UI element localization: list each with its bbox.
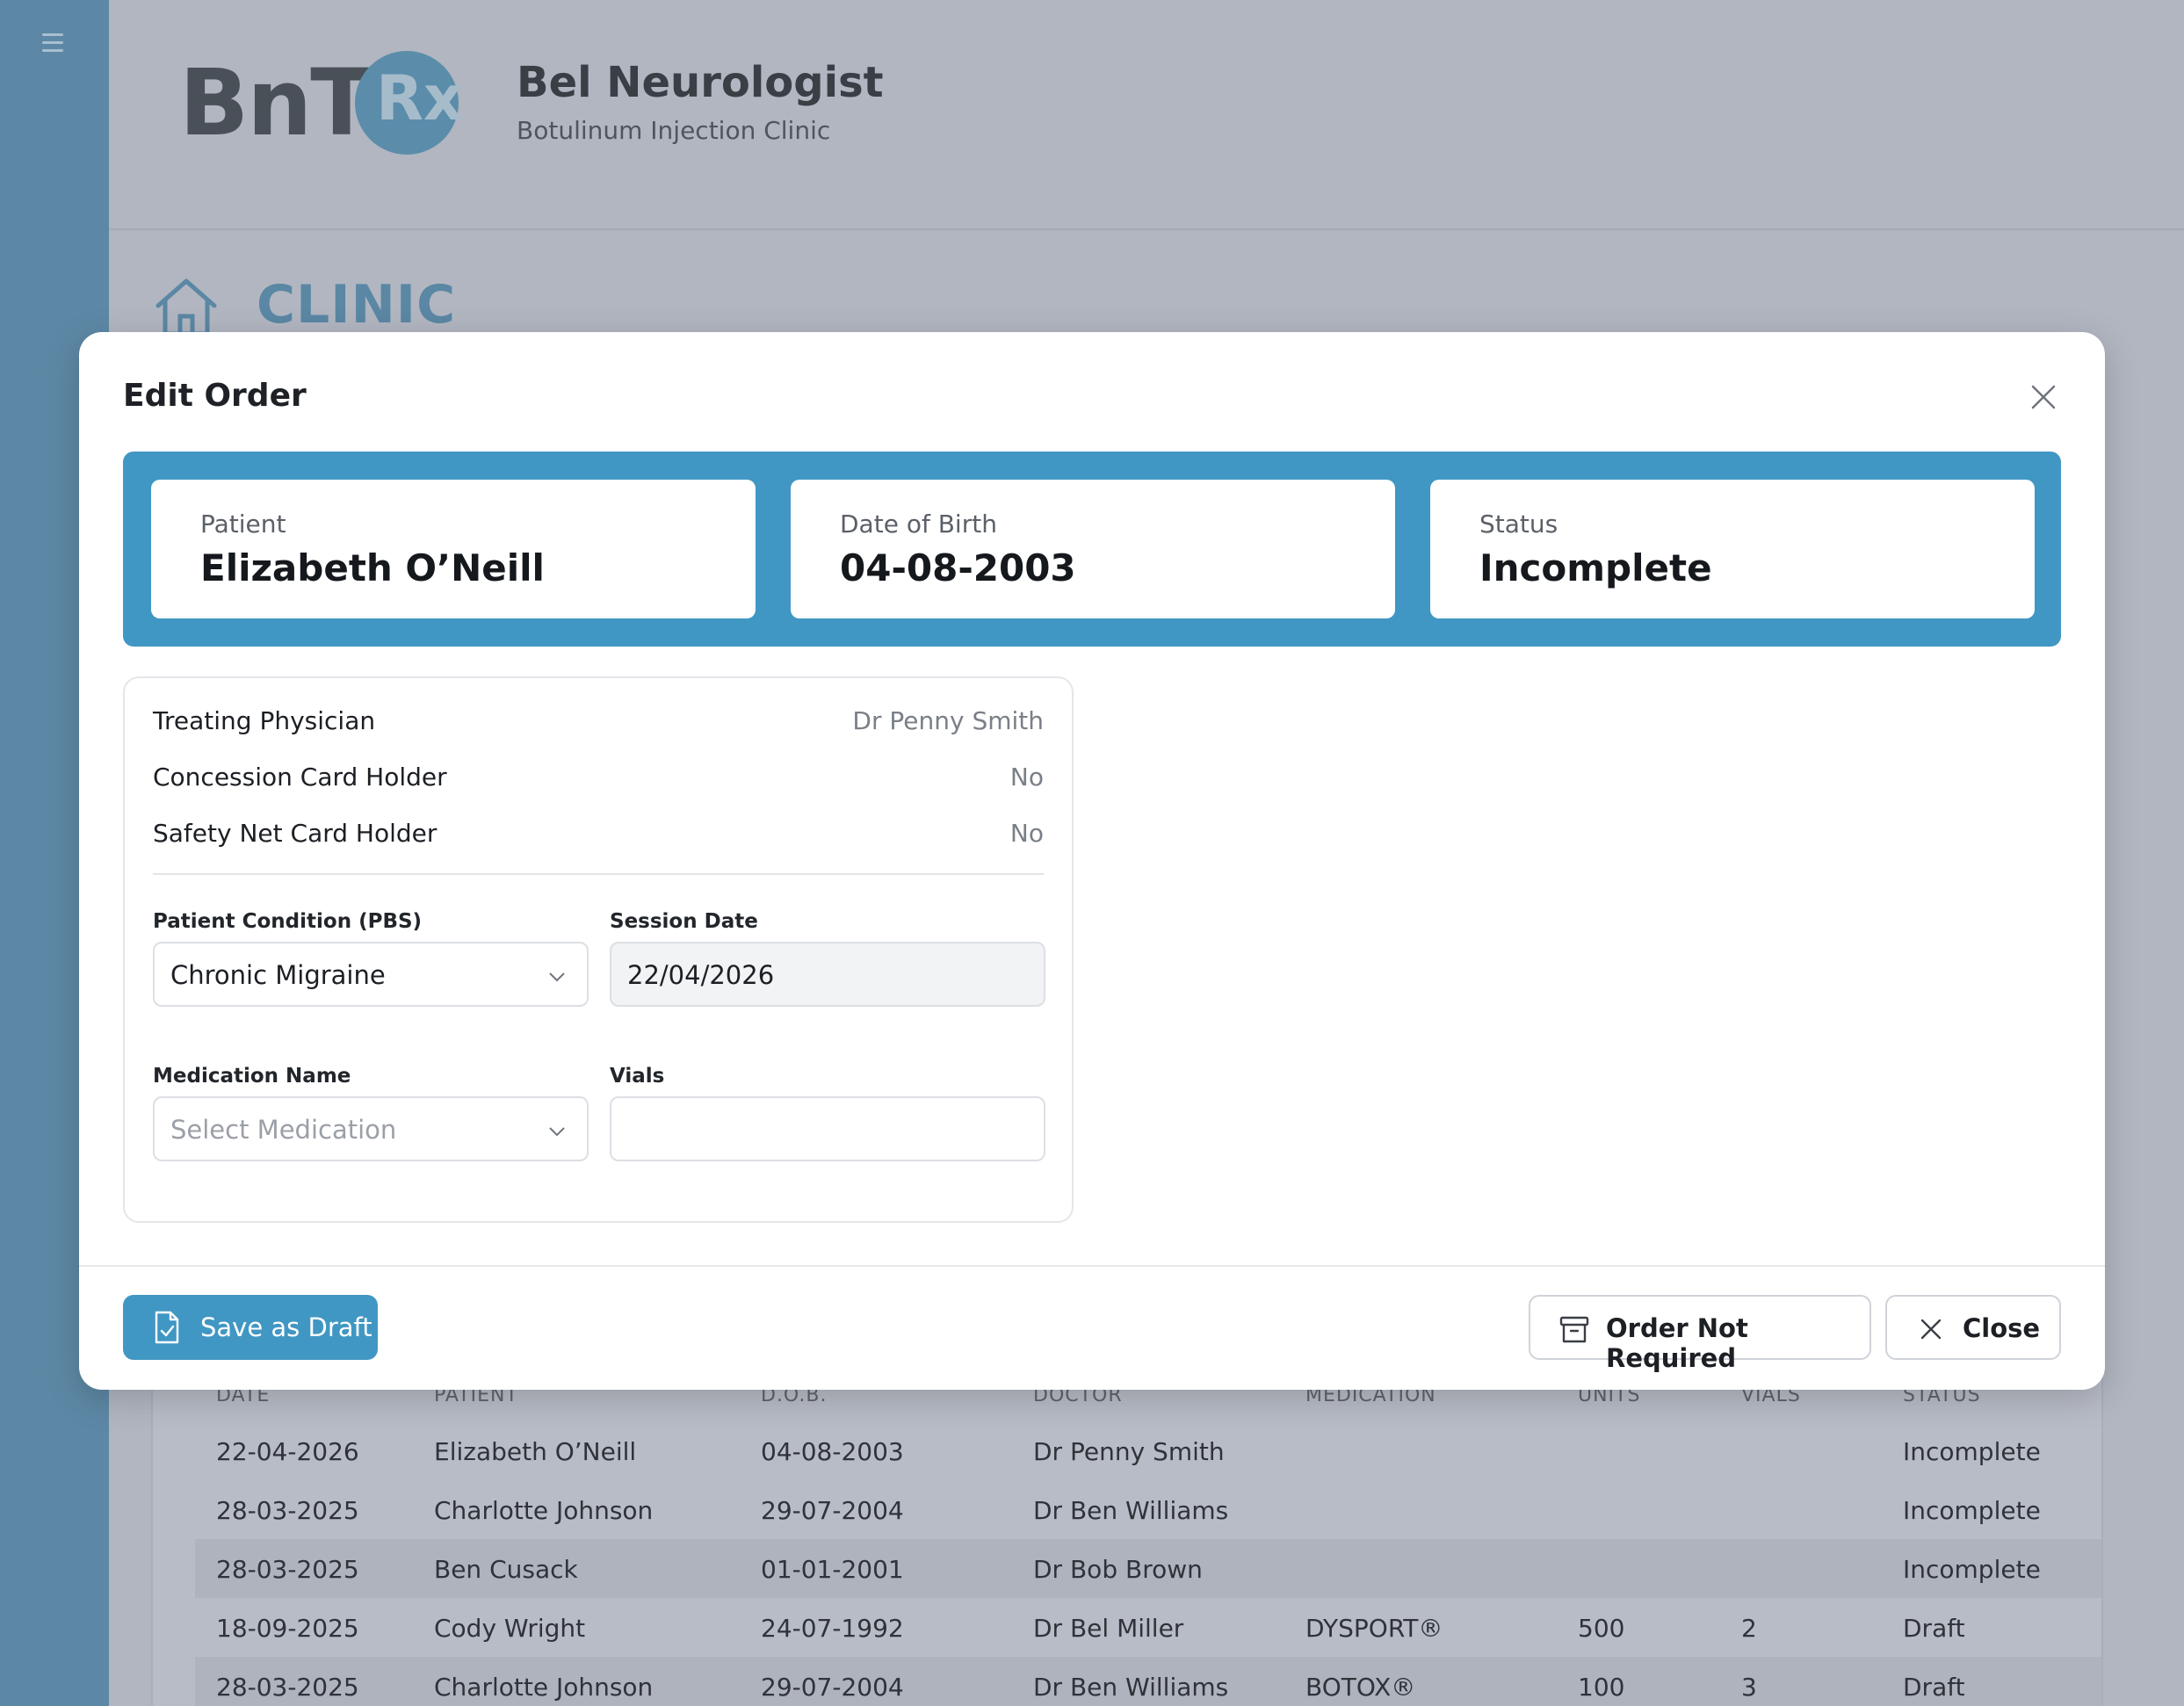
medication-placeholder: Select Medication	[170, 1115, 397, 1145]
close-icon	[1920, 1319, 1942, 1340]
cell-date: 18-09-2025	[216, 1614, 359, 1643]
cell-dob: 29-07-2004	[761, 1496, 904, 1525]
patient-summary-bar: Patient Elizabeth O’Neill Date of Birth …	[123, 452, 2061, 647]
document-check-icon	[155, 1311, 179, 1344]
archive-icon	[1559, 1316, 1589, 1343]
table-row[interactable]: 28-03-2025 Charlotte Johnson 29-07-2004 …	[195, 1480, 2101, 1539]
table-row[interactable]: 18-09-2025 Cody Wright 24-07-1992 Dr Bel…	[195, 1598, 2101, 1657]
cell-vials: 3	[1741, 1673, 1757, 1702]
cell-medication: BOTOX®	[1305, 1673, 1416, 1702]
cell-dob: 01-01-2001	[761, 1555, 904, 1584]
chevron-down-icon	[549, 1127, 565, 1137]
hamburger-menu-icon[interactable]	[42, 33, 63, 54]
dob-card: Date of Birth 04-08-2003	[791, 480, 1395, 618]
close-button[interactable]: Close	[1885, 1295, 2061, 1360]
dob-value: 04-08-2003	[840, 546, 1076, 589]
order-not-required-label: Order Not Required	[1606, 1313, 1748, 1373]
concession-card-row: Concession Card Holder No	[153, 763, 1044, 798]
cell-dob: 24-07-1992	[761, 1614, 904, 1643]
cell-dob: 29-07-2004	[761, 1673, 904, 1702]
condition-label: Patient Condition (PBS)	[153, 910, 423, 933]
table-row[interactable]: 28-03-2025 Ben Cusack 01-01-2001 Dr Bob …	[195, 1539, 2101, 1598]
cell-doctor: Dr Bel Miller	[1033, 1614, 1184, 1643]
patient-name: Elizabeth O’Neill	[200, 546, 545, 589]
orders-table: DATE PATIENT D.O.B. DOCTOR MEDICATION UN…	[195, 1370, 2101, 1706]
logo-rx: Rx	[376, 62, 464, 134]
info-value: No	[1009, 819, 1044, 848]
table-row[interactable]: 22-04-2026 Elizabeth O’Neill 04-08-2003 …	[195, 1421, 2101, 1480]
modal-title: Edit Order	[123, 378, 307, 414]
cell-date: 22-04-2026	[216, 1437, 359, 1466]
dob-label: Date of Birth	[840, 510, 997, 539]
treating-physician-row: Treating Physician Dr Penny Smith	[153, 706, 1044, 741]
medication-select[interactable]: Select Medication	[153, 1096, 589, 1161]
status-label: Status	[1479, 510, 1558, 539]
safety-net-card-row: Safety Net Card Holder No	[153, 819, 1044, 854]
cell-patient: Cody Wright	[434, 1614, 586, 1643]
modal-footer-divider	[79, 1265, 2105, 1267]
cell-status: Incomplete	[1903, 1437, 2041, 1466]
cell-doctor: Dr Ben Williams	[1033, 1673, 1229, 1702]
page-title: CLINIC	[257, 274, 457, 336]
cell-patient: Elizabeth O’Neill	[434, 1437, 637, 1466]
cell-patient: Ben Cusack	[434, 1555, 578, 1584]
info-label: Safety Net Card Holder	[153, 819, 438, 848]
patient-condition-select[interactable]: Chronic Migraine	[153, 942, 589, 1007]
edit-order-modal: Edit Order Patient Elizabeth O’Neill Dat…	[79, 332, 2105, 1390]
app-header: BnT Rx Bel Neurologist Botulinum Injecti…	[109, 0, 2184, 230]
vials-label: Vials	[610, 1065, 665, 1088]
info-value: Dr Penny Smith	[852, 706, 1044, 735]
table-row[interactable]: 28-03-2025 Charlotte Johnson 29-07-2004 …	[195, 1657, 2101, 1706]
cell-doctor: Dr Bob Brown	[1033, 1555, 1203, 1584]
order-not-required-button[interactable]: Order Not Required	[1529, 1295, 1871, 1373]
session-date-input[interactable]: 22/04/2026	[610, 942, 1045, 1007]
home-icon	[155, 278, 217, 336]
cell-status: Draft	[1903, 1673, 1965, 1702]
cell-vials: 2	[1741, 1614, 1757, 1643]
cell-medication: DYSPORT®	[1305, 1614, 1443, 1643]
chevron-down-icon	[549, 972, 565, 982]
vials-input[interactable]	[610, 1096, 1045, 1161]
order-details-panel: Treating Physician Dr Penny Smith Conces…	[123, 676, 1074, 1223]
session-date-label: Session Date	[610, 910, 758, 933]
cell-date: 28-03-2025	[216, 1555, 359, 1584]
status-card: Status Incomplete	[1430, 480, 2035, 618]
save-as-draft-button[interactable]: Save as Draft	[123, 1295, 378, 1360]
close-icon[interactable]	[2029, 383, 2057, 411]
close-label: Close	[1963, 1313, 2041, 1343]
cell-doctor: Dr Penny Smith	[1033, 1437, 1225, 1466]
cell-units: 100	[1578, 1673, 1625, 1702]
cell-doctor: Dr Ben Williams	[1033, 1496, 1229, 1525]
cell-units: 500	[1578, 1614, 1625, 1643]
cell-patient: Charlotte Johnson	[434, 1496, 654, 1525]
brand-logo: BnT Rx	[179, 49, 478, 156]
cell-status: Incomplete	[1903, 1555, 2041, 1584]
status-value: Incomplete	[1479, 546, 1712, 589]
cell-dob: 04-08-2003	[761, 1437, 904, 1466]
cell-status: Incomplete	[1903, 1496, 2041, 1525]
info-value: No	[1009, 763, 1044, 792]
cell-date: 28-03-2025	[216, 1496, 359, 1525]
logo-text: BnT	[179, 49, 372, 156]
divider	[153, 873, 1044, 875]
save-as-draft-label: Save as Draft	[200, 1312, 372, 1342]
cell-status: Draft	[1903, 1614, 1965, 1643]
patient-card: Patient Elizabeth O’Neill	[151, 480, 756, 618]
cell-patient: Charlotte Johnson	[434, 1673, 654, 1702]
info-label: Concession Card Holder	[153, 763, 447, 792]
medication-label: Medication Name	[153, 1065, 351, 1088]
session-date-value: 22/04/2026	[627, 960, 775, 990]
brand-subtitle: Botulinum Injection Clinic	[517, 116, 831, 145]
info-label: Treating Physician	[153, 706, 376, 735]
brand-title: Bel Neurologist	[517, 58, 884, 107]
cell-date: 28-03-2025	[216, 1673, 359, 1702]
patient-label: Patient	[200, 510, 286, 539]
condition-value: Chronic Migraine	[170, 960, 386, 990]
